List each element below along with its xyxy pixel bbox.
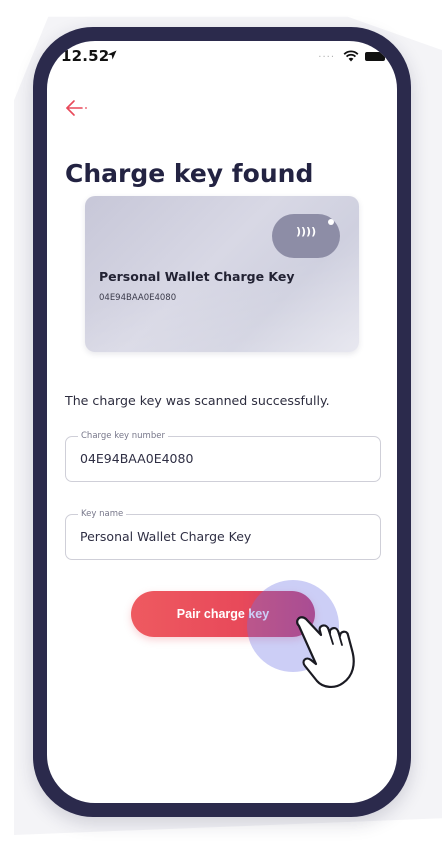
chip-dot <box>328 219 334 225</box>
nfc-chip: )))) <box>272 214 340 258</box>
battery-icon <box>365 52 385 61</box>
scan-success-message: The charge key was scanned successfully. <box>65 393 330 408</box>
charge-key-card: )))) Personal Wallet Charge Key 04E94BAA… <box>85 196 359 352</box>
charge-key-number-field[interactable]: Charge key number 04E94BAA0E4080 <box>65 430 381 482</box>
charge-key-number-value: 04E94BAA0E4080 <box>80 451 194 466</box>
key-name-value: Personal Wallet Charge Key <box>80 529 252 544</box>
status-bar: 12.52 .... <box>47 41 397 75</box>
location-arrow-icon <box>107 50 117 60</box>
pair-charge-key-button[interactable]: Pair charge key <box>131 591 315 637</box>
charge-key-number-label: Charge key number <box>78 430 168 443</box>
page-title: Charge key found <box>65 159 314 188</box>
wifi-icon <box>343 50 359 62</box>
phone-screen: 12.52 .... Charge key found )))) Persona… <box>47 41 397 803</box>
key-name-label: Key name <box>78 508 127 521</box>
signal-indicator: .... <box>318 49 335 60</box>
phone-frame: 12.52 .... Charge key found )))) Persona… <box>33 27 411 817</box>
back-arrow-icon[interactable] <box>65 99 89 117</box>
status-time: 12.52 <box>61 47 110 65</box>
card-key-number: 04E94BAA0E4080 <box>99 293 177 303</box>
key-name-field[interactable]: Key name Personal Wallet Charge Key <box>65 508 381 560</box>
card-key-name: Personal Wallet Charge Key <box>99 269 295 284</box>
nfc-waves-icon: )))) <box>296 225 317 238</box>
